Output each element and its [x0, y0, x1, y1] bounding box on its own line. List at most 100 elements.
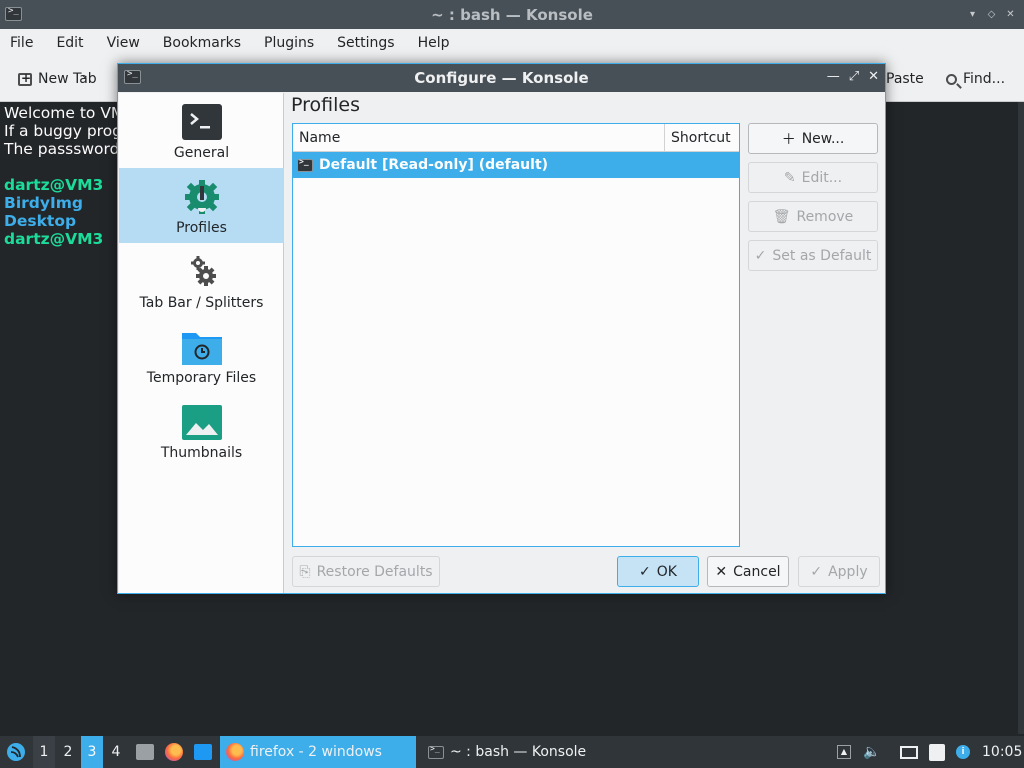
dialog-title: Configure — Konsole	[414, 69, 589, 87]
desktop-3-button[interactable]: 3	[81, 736, 103, 768]
restore-defaults-label: Restore Defaults	[316, 563, 433, 580]
paste-button[interactable]: Paste	[886, 71, 924, 87]
sidebar-item-label: Thumbnails	[160, 445, 243, 461]
task-label: ~ : bash — Konsole	[450, 744, 587, 760]
window-title: ~ : bash — Konsole	[431, 6, 593, 24]
menubar: File Edit View Bookmarks Plugins Setting…	[0, 29, 1024, 57]
new-tab-icon	[18, 71, 32, 86]
terminal-icon	[297, 157, 313, 172]
find-label: Find...	[963, 71, 1006, 87]
apply-label: Apply	[828, 563, 868, 580]
check-icon: ✓	[810, 563, 823, 580]
sidebar-item-thumbnails[interactable]: Thumbnails	[119, 393, 284, 468]
find-button[interactable]: Find...	[946, 71, 1005, 87]
speaker-icon: 🔈	[863, 744, 881, 760]
apply-button[interactable]: ✓ Apply	[798, 556, 880, 587]
sidebar-item-temporary-files[interactable]: Temporary Files	[119, 318, 284, 393]
dialog-titlebar[interactable]: Configure — Konsole — ⤢ ✕	[118, 64, 885, 92]
gears-icon	[181, 253, 223, 291]
tray-expand-icon: ▲	[837, 745, 851, 759]
minimize-icon[interactable]: ▾	[967, 9, 978, 20]
task-konsole[interactable]: ~ : bash — Konsole	[426, 736, 616, 768]
edit-profile-button[interactable]: ✎ Edit...	[748, 162, 878, 193]
table-header: Name Shortcut	[293, 124, 739, 152]
search-icon	[946, 73, 957, 85]
table-row[interactable]: Default [Read-only] (default)	[293, 152, 739, 178]
chevron-down-icon[interactable]: ⌄	[81, 71, 89, 81]
profiles-gear-icon	[181, 178, 223, 216]
menu-edit[interactable]: Edit	[56, 35, 83, 51]
sidebar-item-label: Tab Bar / Splitters	[139, 295, 264, 311]
sidebar-item-label: General	[173, 145, 230, 161]
page-title: Profiles	[291, 94, 360, 116]
desktop-4-button[interactable]: 4	[105, 736, 127, 768]
maximize-icon[interactable]: ⤢	[849, 69, 859, 84]
ok-label: OK	[656, 563, 677, 580]
desktop-1-button[interactable]: 1	[33, 736, 55, 768]
maximize-icon[interactable]: ◇	[986, 9, 997, 20]
new-profile-button[interactable]: ＋ New...	[748, 123, 878, 154]
menu-settings[interactable]: Settings	[337, 35, 394, 51]
menu-bookmarks[interactable]: Bookmarks	[163, 35, 241, 51]
file-manager-launcher[interactable]	[134, 736, 156, 768]
task-firefox[interactable]: firefox - 2 windows	[220, 736, 416, 768]
ok-button[interactable]: ✓ OK	[617, 556, 699, 587]
settings-sidebar: General Profiles Tab Bar / Splitters Tem…	[119, 93, 284, 593]
restore-icon: ⎘	[299, 563, 311, 580]
firefox-icon	[226, 743, 244, 761]
tray-arrow-button[interactable]: ▲	[834, 736, 854, 768]
konsole-titlebar[interactable]: ~ : bash — Konsole ▾ ◇ ✕	[0, 0, 1024, 29]
paste-label: Paste	[886, 71, 924, 87]
clock[interactable]: 10:05	[982, 736, 1022, 768]
minimize-icon[interactable]: —	[827, 69, 840, 84]
terminal-scrollbar[interactable]	[1018, 102, 1024, 734]
close-icon: ✕	[715, 563, 728, 580]
clipboard-icon	[929, 743, 945, 761]
task-label: firefox - 2 windows	[250, 744, 382, 760]
restore-defaults-button[interactable]: ⎘ Restore Defaults	[292, 556, 440, 587]
app-launcher-icon	[7, 743, 25, 761]
menu-view[interactable]: View	[107, 35, 140, 51]
desktop-2-button[interactable]: 2	[57, 736, 79, 768]
cancel-button[interactable]: ✕ Cancel	[707, 556, 789, 587]
profiles-page: Profiles Name Shortcut Default [Read-onl…	[290, 93, 880, 593]
set-default-label: Set as Default	[772, 247, 872, 264]
trash-icon: 🗑	[772, 208, 791, 225]
desktop-launcher[interactable]	[192, 736, 214, 768]
network-button[interactable]	[898, 736, 920, 768]
volume-button[interactable]: 🔈	[862, 736, 882, 768]
set-default-button[interactable]: ✓ Set as Default	[748, 240, 878, 271]
remove-profile-label: Remove	[796, 208, 854, 225]
profiles-table[interactable]: Name Shortcut Default [Read-only] (defau…	[292, 123, 740, 547]
sidebar-item-general[interactable]: General	[119, 93, 284, 168]
menu-plugins[interactable]: Plugins	[264, 35, 314, 51]
file-manager-icon	[136, 744, 154, 760]
firefox-icon	[165, 743, 183, 761]
new-profile-label: New...	[801, 130, 845, 147]
menu-file[interactable]: File	[10, 35, 33, 51]
menu-help[interactable]: Help	[418, 35, 450, 51]
plus-icon: ＋	[781, 131, 796, 148]
column-header-name[interactable]: Name	[293, 124, 665, 151]
cancel-label: Cancel	[733, 563, 781, 580]
close-icon[interactable]: ✕	[868, 69, 879, 84]
column-header-shortcut[interactable]: Shortcut	[665, 124, 739, 151]
pencil-icon: ✎	[783, 169, 796, 186]
sidebar-item-tab-bar-splitters[interactable]: Tab Bar / Splitters	[119, 243, 284, 318]
image-icon	[181, 403, 223, 441]
clipboard-button[interactable]	[926, 736, 948, 768]
sidebar-item-label: Temporary Files	[146, 370, 257, 386]
folder-clock-icon	[181, 328, 223, 366]
remove-profile-button[interactable]: 🗑 Remove	[748, 201, 878, 232]
terminal-icon	[181, 103, 223, 141]
edit-profile-label: Edit...	[801, 169, 843, 186]
application-menu-button[interactable]	[4, 736, 28, 768]
firefox-launcher[interactable]	[163, 736, 185, 768]
sidebar-item-profiles[interactable]: Profiles	[119, 168, 284, 243]
network-icon	[900, 745, 918, 759]
close-icon[interactable]: ✕	[1005, 9, 1016, 20]
notifications-button[interactable]: i	[952, 736, 974, 768]
check-icon: ✓	[754, 247, 767, 264]
info-icon: i	[956, 745, 970, 759]
sidebar-item-label: Profiles	[176, 220, 227, 236]
